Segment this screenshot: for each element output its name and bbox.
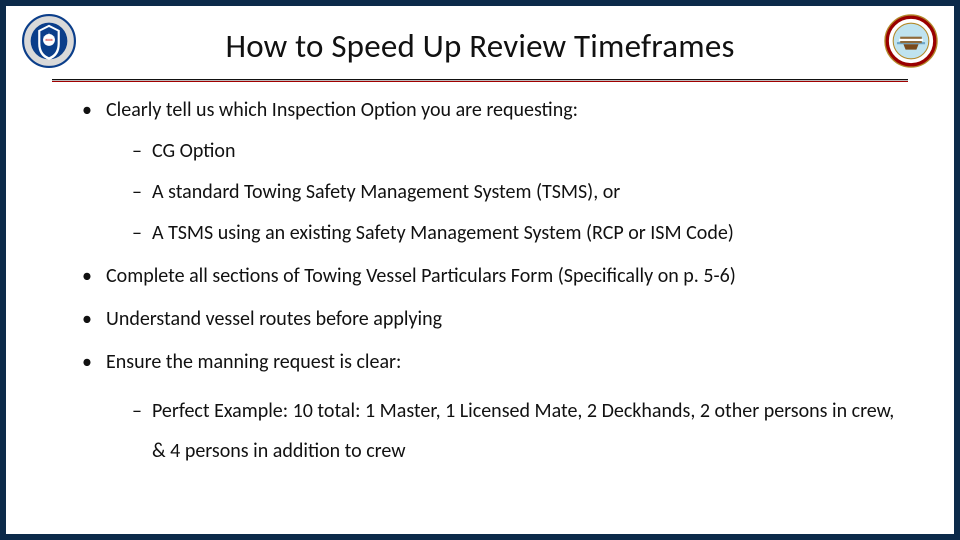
slide-header: How to Speed Up Review Timeframes — [52, 12, 908, 80]
slide-content: Clearly tell us which Inspection Option … — [52, 80, 908, 471]
bullet-item: Ensure the manning request is clear: Per… — [82, 350, 908, 471]
header-rule — [52, 79, 908, 82]
slide-title: How to Speed Up Review Timeframes — [52, 26, 908, 66]
sub-bullet-item: CG Option — [132, 139, 908, 164]
dhs-seal-icon — [22, 14, 76, 68]
sub-bullet-text: CG Option — [152, 139, 236, 163]
slide: How to Speed Up Review Timeframes Clearl… — [0, 0, 960, 540]
bullet-text: Complete all sections of Towing Vessel P… — [106, 264, 736, 288]
bullet-text: Ensure the manning request is clear: — [106, 350, 401, 374]
bullet-text: Clearly tell us which Inspection Option … — [106, 98, 578, 122]
sub-bullet-text: Perfect Example: 10 total: 1 Master, 1 L… — [152, 399, 894, 463]
sub-bullet-item: A TSMS using an existing Safety Manageme… — [132, 221, 908, 246]
bullet-text: Understand vessel routes before applying — [106, 307, 442, 331]
uscg-sector-seal-icon — [884, 14, 938, 68]
sub-bullet-text: A TSMS using an existing Safety Manageme… — [152, 221, 734, 245]
bullet-item: Clearly tell us which Inspection Option … — [82, 98, 908, 246]
sub-bullet-item: Perfect Example: 10 total: 1 Master, 1 L… — [132, 391, 908, 471]
sub-bullet-item: A standard Towing Safety Management Syst… — [132, 180, 908, 205]
sub-bullet-text: A standard Towing Safety Management Syst… — [152, 180, 620, 204]
bullet-item: Understand vessel routes before applying — [82, 307, 908, 332]
bullet-item: Complete all sections of Towing Vessel P… — [82, 264, 908, 289]
